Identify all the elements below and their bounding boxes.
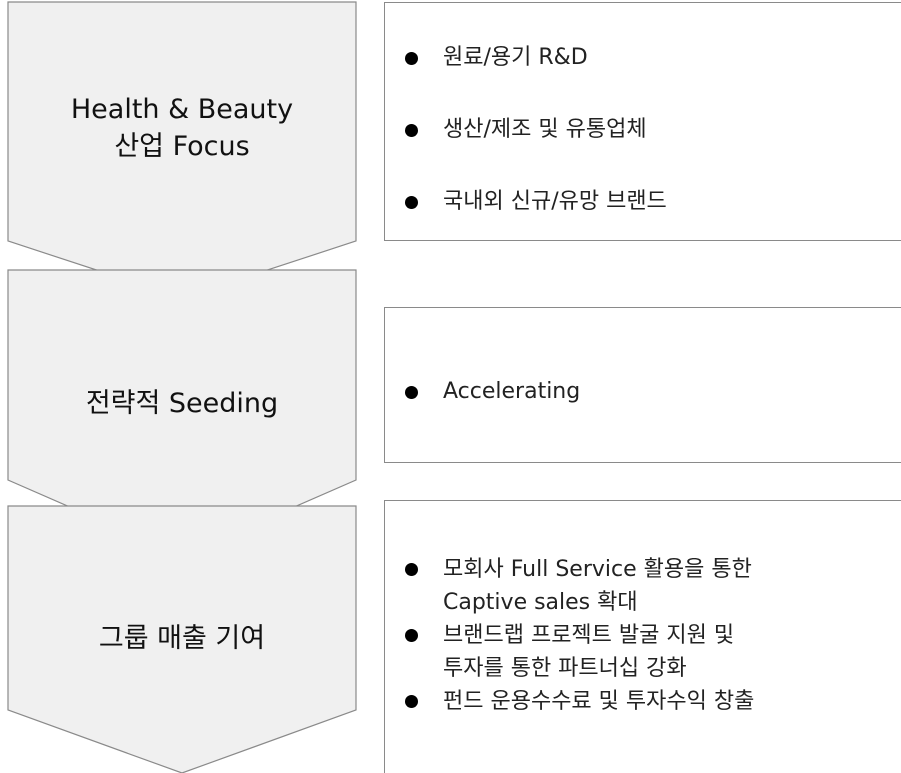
stage-1-label: Health & Beauty 산업 Focus: [70, 94, 294, 162]
list-item: 펀드 운용수수료 및 투자수익 창출: [385, 685, 901, 718]
stage-3-label: 그룹 매출 기여: [98, 623, 266, 654]
stage-1-detail-panel: 원료/용기 R&D 생산/제조 및 유통업체 국내외 신규/유망 브랜드: [384, 2, 901, 241]
bullet-dot-icon: [405, 629, 418, 642]
stage-2-bullet-list: Accelerating: [385, 377, 901, 407]
list-item-text: 원료/용기 R&D: [443, 45, 588, 70]
list-item-text: 생산/제조 및 유통업체: [443, 117, 647, 142]
stage-2-detail-panel: Accelerating: [384, 307, 901, 463]
list-item-text: 국내외 신규/유망 브랜드: [443, 189, 667, 214]
bullet-dot-icon: [405, 386, 418, 399]
list-item: 브랜드랩 프로젝트 발굴 지원 및 투자를 통한 파트너십 강화: [385, 619, 901, 685]
list-item: 생산/제조 및 유통업체: [385, 115, 901, 145]
list-item: Accelerating: [385, 377, 901, 407]
stage-1-bullet-list: 원료/용기 R&D 생산/제조 및 유통업체 국내외 신규/유망 브랜드: [385, 43, 901, 259]
bullet-dot-icon: [405, 563, 418, 576]
bullet-dot-icon: [405, 52, 418, 65]
list-item-text: Accelerating: [443, 379, 581, 404]
bullet-dot-icon: [405, 196, 418, 209]
stage-2-label: 전략적 Seeding: [85, 388, 279, 419]
stage-3-detail-panel: 모회사 Full Service 활용을 통한 Captive sales 확대…: [384, 500, 901, 773]
bullet-dot-icon: [405, 124, 418, 137]
bullet-dot-icon: [405, 695, 418, 708]
list-item-text: 펀드 운용수수료 및 투자수익 창출: [443, 689, 755, 714]
list-item: 모회사 Full Service 활용을 통한 Captive sales 확대: [385, 553, 901, 619]
list-item-text: 모회사 Full Service 활용을 통한 Captive sales 확대: [443, 557, 752, 615]
stage-3-bullet-list: 모회사 Full Service 활용을 통한 Captive sales 확대…: [385, 553, 901, 718]
list-item-text: 브랜드랩 프로젝트 발굴 지원 및 투자를 통한 파트너십 강화: [443, 623, 735, 681]
list-item: 국내외 신규/유망 브랜드: [385, 187, 901, 217]
list-item: 원료/용기 R&D: [385, 43, 901, 73]
